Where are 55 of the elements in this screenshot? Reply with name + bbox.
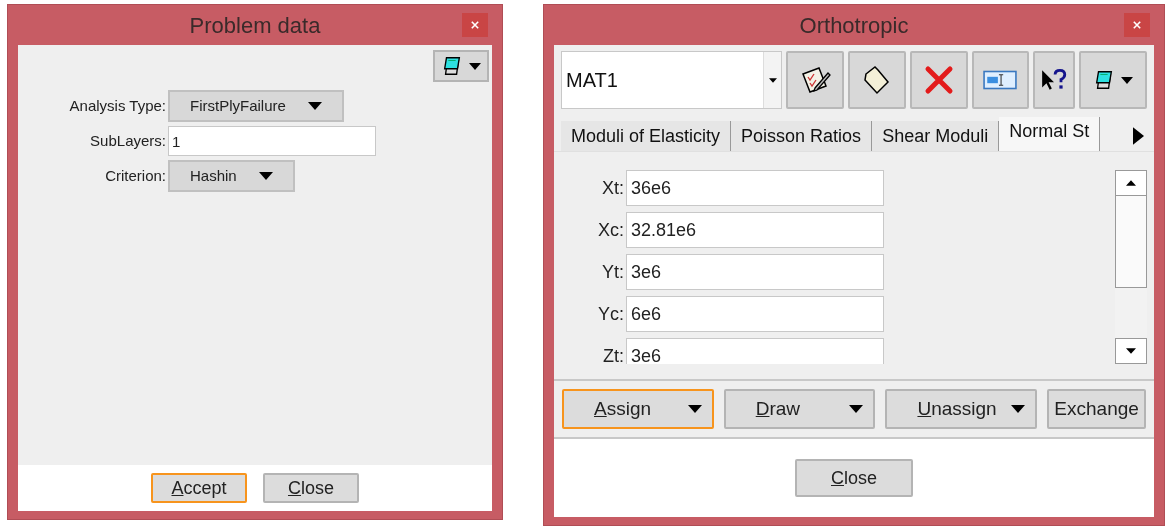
scrollbar[interactable] [1115,170,1147,364]
field-label: Criterion: [104,165,167,186]
tab[interactable]: Moduli of Elasticity [561,121,732,151]
dropdown-arrow-icon [768,77,777,83]
right-arrow-icon [1132,126,1144,146]
dropdown-arrow-icon [849,405,864,413]
field-label: Yc: [597,303,625,326]
input-field[interactable]: 3e6 [626,254,884,290]
field-label: Yt: [601,261,625,284]
new-button[interactable] [848,51,906,109]
dropdown-arrow-icon [307,102,322,110]
text-field-icon [983,69,1018,91]
dropdown-arrow-icon [687,405,702,413]
caret-icon [469,62,481,70]
caret-icon [1121,76,1134,84]
dropdown[interactable]: Hashin [168,160,295,192]
button[interactable]: Close [795,459,913,497]
tab[interactable]: Normal St [999,117,1101,151]
menu-button[interactable] [1079,51,1147,109]
button[interactable]: Exchange [1047,389,1146,429]
field-label: Xt: [601,177,625,200]
dropdown-arrow-icon [1011,405,1026,413]
tab[interactable]: Shear Moduli [872,121,1000,151]
field-label: Zt: [602,345,625,364]
input-field[interactable]: 1 [168,126,376,156]
field-label: Analysis Type: [68,95,167,116]
material-dropdown[interactable]: MAT1 [561,51,783,109]
button[interactable]: Unassign [885,389,1038,429]
edit-button[interactable] [786,51,844,109]
rename-button[interactable] [971,51,1030,109]
dropdown[interactable]: FirstPlyFailure [168,90,344,122]
notebook-icon [441,55,463,77]
button[interactable]: Close [263,473,359,503]
checklist-pencil-icon [799,64,832,96]
close-button[interactable] [1124,13,1150,37]
close-icon [1133,21,1141,29]
input-field[interactable]: 32.81e6 [626,212,884,248]
input-field[interactable]: 3e6 [626,338,884,364]
up-arrow-icon [1126,180,1136,186]
close-button[interactable] [462,13,488,37]
button[interactable]: Draw [723,389,876,429]
input-field[interactable]: 6e6 [626,296,884,332]
button[interactable]: Accept [151,473,247,503]
dropdown-arrow-icon [258,172,273,180]
close-icon [471,21,479,29]
tab[interactable]: Poisson Ratios [731,121,873,151]
help-button[interactable] [1033,51,1076,109]
input-field[interactable]: 36e6 [626,170,884,206]
window-title: Problem data [189,11,321,40]
window-title: Orthotropic [799,11,909,40]
field-label: SubLayers: [89,130,167,151]
button[interactable]: Assign [562,389,714,429]
menu-button[interactable] [433,50,489,82]
field-label: Xc: [597,219,625,242]
down-arrow-icon [1126,348,1136,354]
